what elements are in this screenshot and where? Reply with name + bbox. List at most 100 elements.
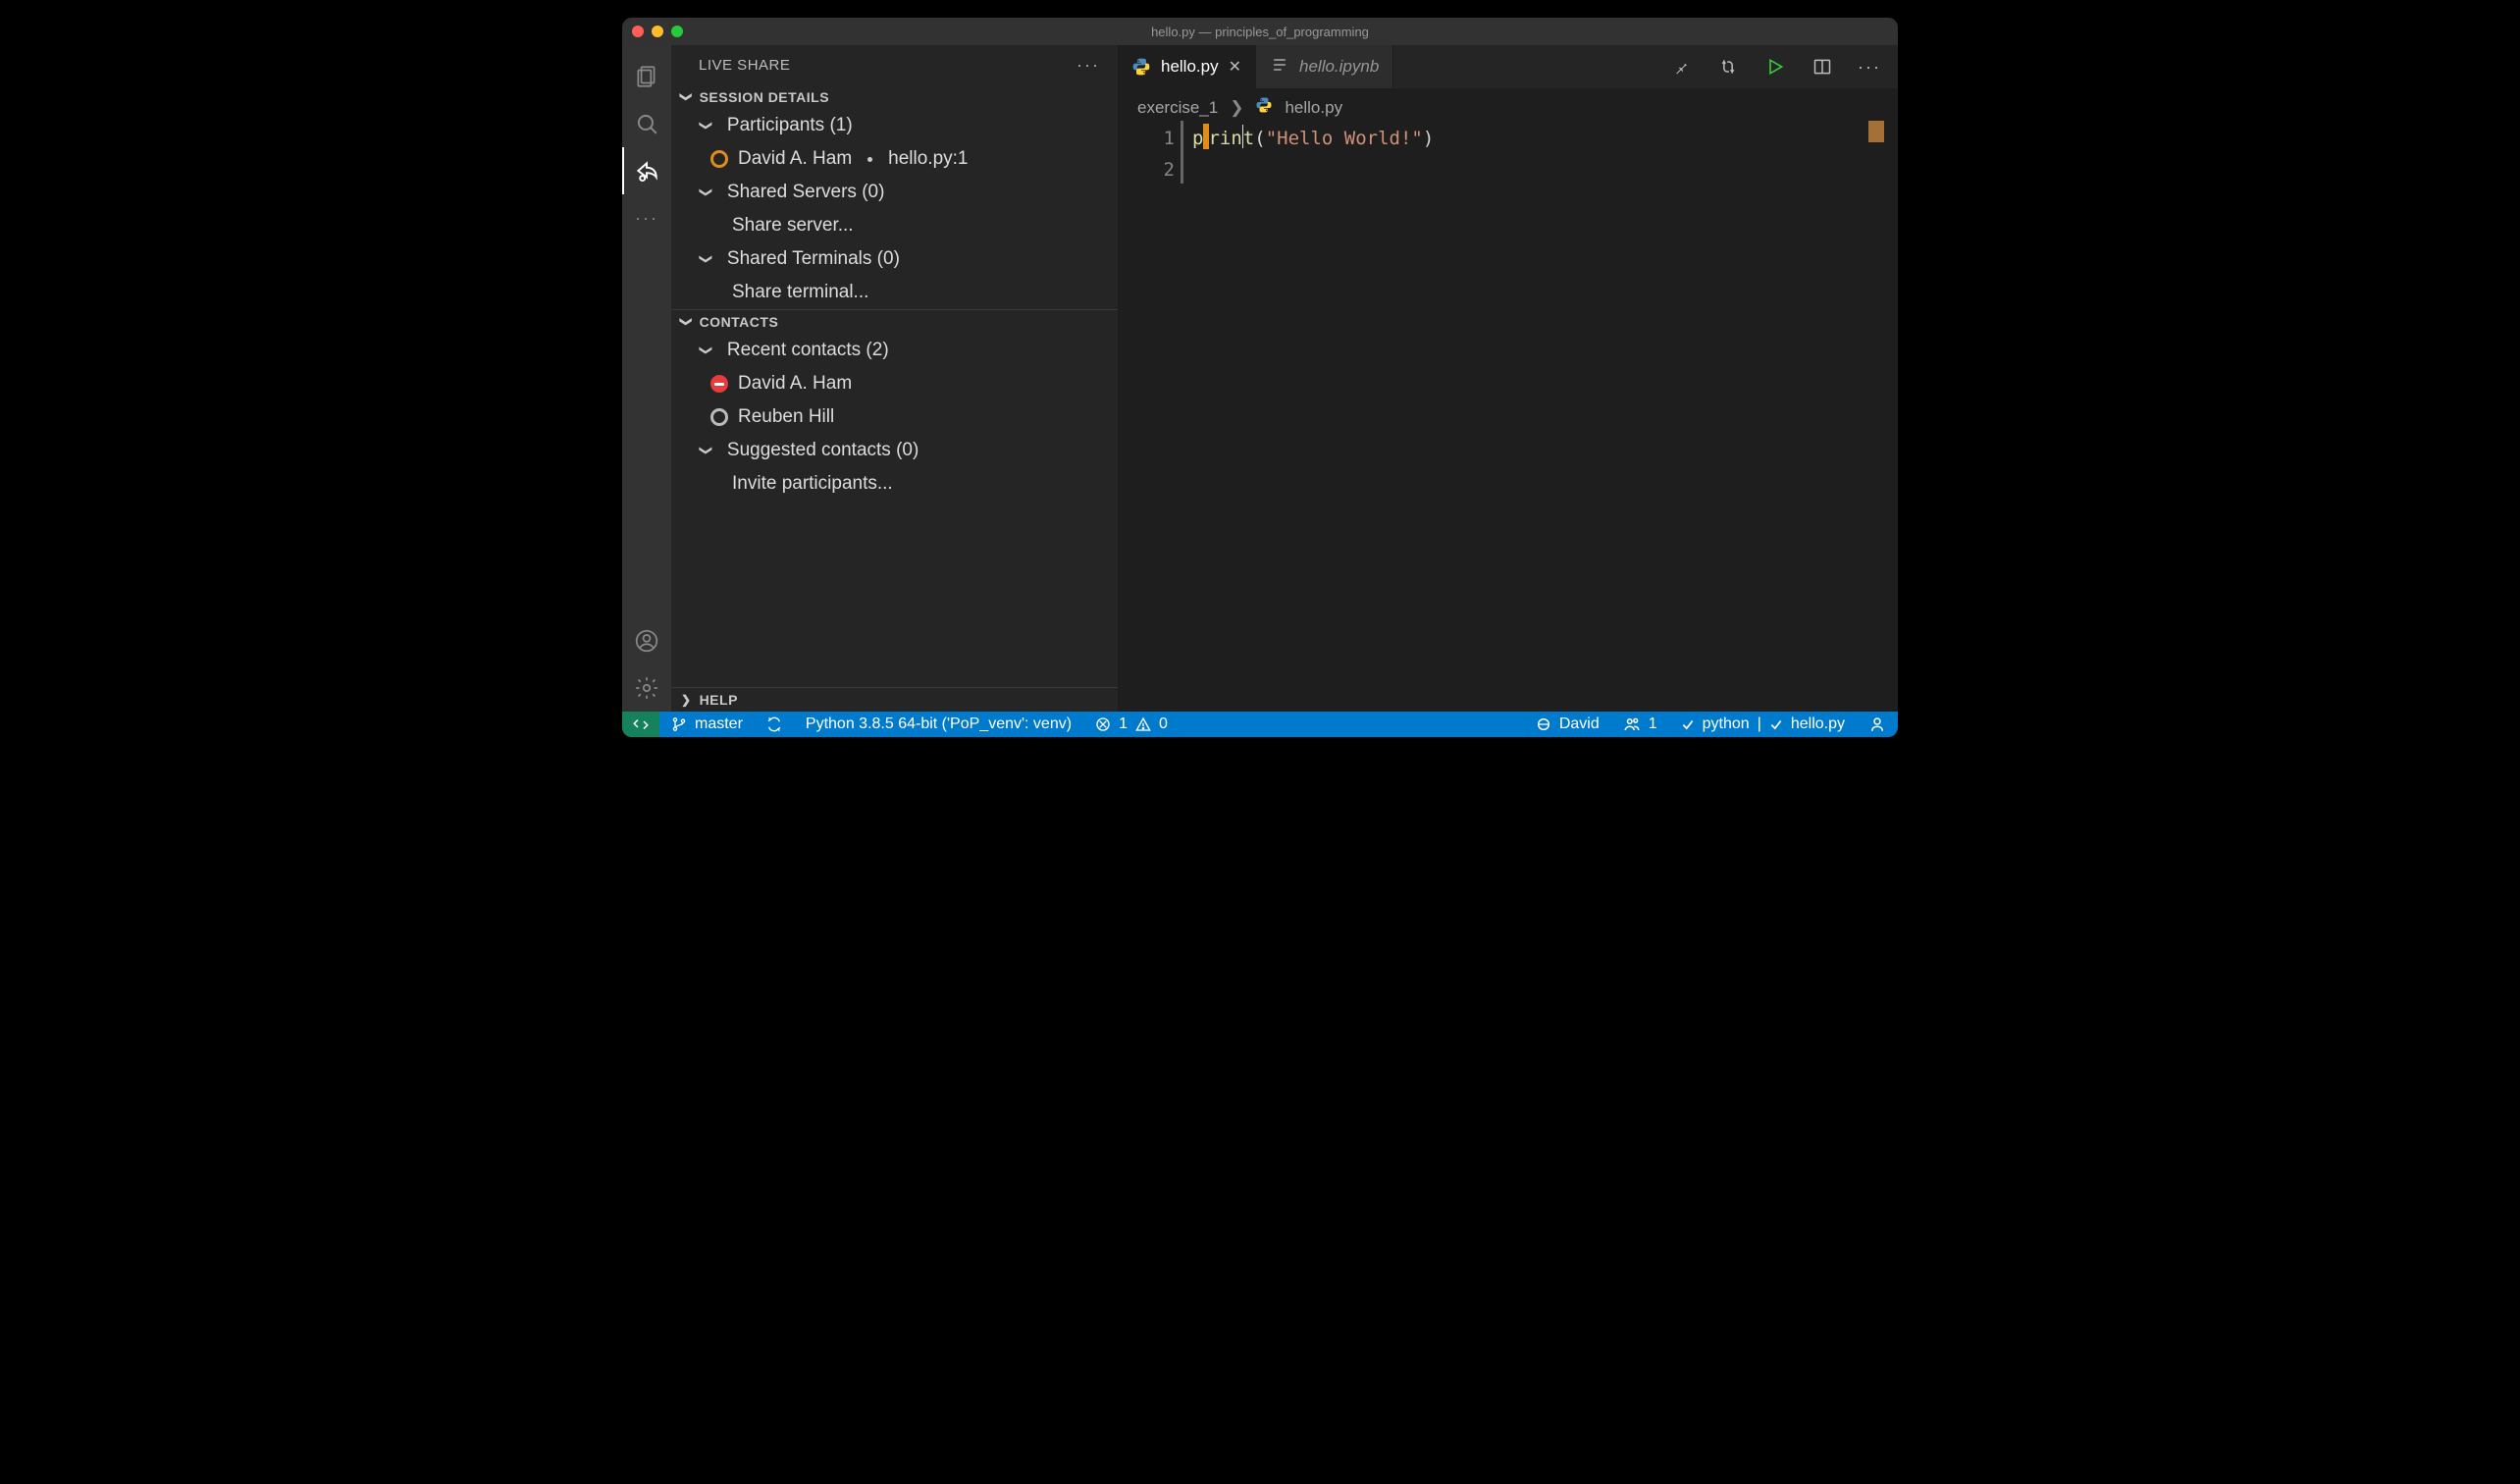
breadcrumb-file[interactable]: hello.py	[1285, 98, 1342, 118]
recent-contacts-row[interactable]: ❯ Recent contacts (2)	[671, 334, 1118, 367]
more-actions-icon[interactable]: ···	[1859, 56, 1880, 78]
recent-contacts-label: Recent contacts (2)	[727, 340, 889, 361]
bullet-separator	[867, 157, 872, 162]
chevron-down-icon: ❯	[698, 121, 713, 132]
participants-count: 1	[1649, 716, 1657, 733]
share-server-item[interactable]: Share server...	[671, 209, 1118, 242]
settings-gear-icon[interactable]	[622, 664, 671, 712]
contact-name: Reuben Hill	[738, 406, 834, 428]
file-label: hello.py	[1791, 716, 1845, 733]
close-window-button[interactable]	[632, 26, 644, 37]
participants-status[interactable]: 1	[1611, 716, 1669, 733]
contacts-header[interactable]: ❯ CONTACTS	[671, 310, 1118, 334]
breadcrumb[interactable]: exercise_1 ❯ hello.py	[1118, 88, 1898, 121]
notebook-file-icon	[1270, 55, 1289, 80]
sync-button[interactable]	[755, 716, 794, 732]
participants-row[interactable]: ❯ Participants (1)	[671, 109, 1118, 142]
help-label: HELP	[700, 692, 738, 708]
participants-label: Participants (1)	[727, 115, 853, 136]
error-count: 1	[1119, 716, 1128, 733]
tab-label: hello.ipynb	[1299, 57, 1379, 77]
chevron-down-icon: ❯	[698, 187, 713, 198]
contact-item-offline[interactable]: Reuben Hill	[671, 400, 1118, 434]
explorer-icon[interactable]	[622, 53, 671, 100]
tab-hello-ipynb[interactable]: hello.ipynb	[1256, 45, 1393, 88]
share-terminal-item[interactable]: Share terminal...	[671, 276, 1118, 309]
search-icon[interactable]	[622, 100, 671, 147]
help-header[interactable]: ❯ HELP	[671, 688, 1118, 712]
workbench-body: ··· LIVE SHARE ··· ❯ SESSION DETAILS	[622, 45, 1898, 712]
sidebar: LIVE SHARE ··· ❯ SESSION DETAILS ❯ Parti…	[671, 45, 1118, 712]
compare-changes-icon[interactable]	[1717, 56, 1739, 78]
shared-servers-row[interactable]: ❯ Shared Servers (0)	[671, 176, 1118, 209]
code-editor[interactable]: 1 2 print("Hello World!")	[1118, 121, 1898, 712]
feedback-icon[interactable]	[1857, 716, 1898, 733]
liveshare-status[interactable]: David	[1524, 716, 1611, 733]
overview-ruler[interactable]	[1884, 121, 1898, 712]
contacts-label: CONTACTS	[700, 314, 779, 330]
chevron-down-icon: ❯	[679, 317, 693, 328]
minimize-window-button[interactable]	[652, 26, 663, 37]
warning-count: 0	[1159, 716, 1168, 733]
session-details-label: SESSION DETAILS	[700, 89, 829, 105]
suggested-contacts-label: Suggested contacts (0)	[727, 440, 919, 461]
language-mode[interactable]: python | hello.py	[1669, 716, 1857, 733]
session-details-section: ❯ SESSION DETAILS ❯ Participants (1) Dav…	[671, 85, 1118, 309]
line-number: 2	[1118, 154, 1175, 186]
sidebar-more-icon[interactable]: ···	[1076, 55, 1100, 76]
code-content[interactable]: print("Hello World!")	[1192, 121, 1868, 712]
contact-item-busy[interactable]: David A. Ham	[671, 367, 1118, 400]
contacts-section: ❯ CONTACTS ❯ Recent contacts (2) David A…	[671, 309, 1118, 501]
pin-icon[interactable]	[1670, 56, 1692, 78]
code-line[interactable]: print("Hello World!")	[1192, 123, 1868, 154]
live-share-icon[interactable]	[622, 147, 671, 194]
breadcrumb-folder[interactable]: exercise_1	[1137, 98, 1218, 118]
titlebar: hello.py — principles_of_programming	[622, 18, 1898, 45]
python-file-icon	[1131, 57, 1151, 77]
remote-indicator[interactable]	[622, 712, 659, 737]
chevron-down-icon: ❯	[698, 446, 713, 456]
shared-terminals-row[interactable]: ❯ Shared Terminals (0)	[671, 242, 1118, 276]
maximize-window-button[interactable]	[671, 26, 683, 37]
invite-participants-label: Invite participants...	[732, 473, 893, 495]
language-label: python	[1703, 716, 1750, 733]
run-icon[interactable]	[1764, 56, 1786, 78]
chevron-down-icon: ❯	[698, 254, 713, 265]
status-bar: master Python 3.8.5 64-bit ('PoP_venv': …	[622, 712, 1898, 737]
shared-terminals-label: Shared Terminals (0)	[727, 248, 900, 270]
tab-hello-py[interactable]: hello.py ✕	[1118, 45, 1256, 88]
breadcrumb-separator-icon: ❯	[1230, 98, 1243, 118]
tab-bar: hello.py ✕ hello.ipynb	[1118, 45, 1898, 88]
status-separator: |	[1758, 716, 1761, 733]
participant-name: David A. Ham	[738, 148, 852, 170]
presence-ring-icon	[710, 150, 728, 168]
shared-servers-label: Shared Servers (0)	[727, 182, 885, 203]
sidebar-title: LIVE SHARE	[699, 57, 790, 74]
participant-item[interactable]: David A. Ham hello.py:1	[671, 142, 1118, 176]
tab-label: hello.py	[1161, 57, 1219, 77]
git-branch-indicator[interactable]: master	[659, 716, 755, 733]
chevron-down-icon: ❯	[679, 92, 693, 103]
invite-participants-item[interactable]: Invite participants...	[671, 467, 1118, 501]
editor-actions: ···	[1653, 45, 1898, 88]
suggested-contacts-row[interactable]: ❯ Suggested contacts (0)	[671, 434, 1118, 467]
split-editor-icon[interactable]	[1811, 56, 1833, 78]
minimap[interactable]	[1868, 121, 1884, 712]
branch-name: master	[695, 716, 743, 733]
activity-bar: ···	[622, 45, 671, 712]
session-details-header[interactable]: ❯ SESSION DETAILS	[671, 85, 1118, 109]
close-tab-icon[interactable]: ✕	[1229, 57, 1241, 77]
python-file-icon	[1255, 96, 1273, 119]
problems-indicator[interactable]: 1 0	[1083, 716, 1180, 733]
chevron-right-icon: ❯	[681, 693, 692, 707]
share-terminal-label: Share terminal...	[732, 282, 868, 303]
account-icon[interactable]	[622, 617, 671, 664]
contact-name: David A. Ham	[738, 373, 852, 395]
participant-location: hello.py:1	[888, 148, 968, 170]
more-views-icon[interactable]: ···	[622, 194, 671, 241]
editor-group: hello.py ✕ hello.ipynb	[1118, 45, 1898, 712]
python-interpreter[interactable]: Python 3.8.5 64-bit ('PoP_venv': venv)	[794, 716, 1083, 733]
presence-offline-icon	[710, 408, 728, 426]
help-section: ❯ HELP	[671, 687, 1118, 712]
minimap-region	[1868, 121, 1884, 142]
